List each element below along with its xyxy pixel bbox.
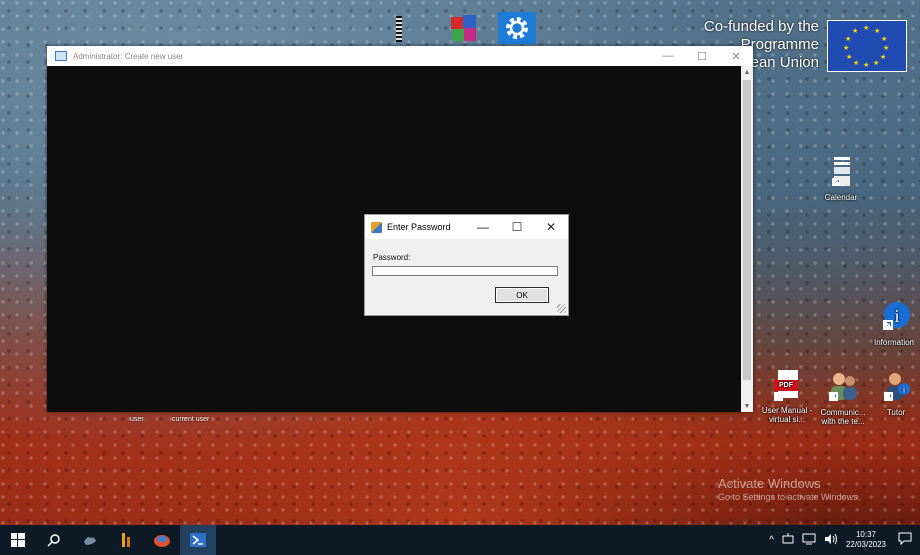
- hand-app-icon: [84, 537, 96, 545]
- svg-text:i: i: [903, 385, 905, 395]
- eu-flag-icon: ★ ★ ★ ★ ★ ★ ★ ★ ★ ★ ★ ★: [827, 20, 907, 72]
- tutor-label: Tutor: [886, 408, 906, 417]
- pdf-badge: PDF: [774, 380, 798, 391]
- desktop-icon-tutor[interactable]: i Tutor: [874, 370, 918, 417]
- dialog-title: Enter Password: [387, 222, 451, 232]
- pdf-file-icon: PDF: [771, 370, 803, 404]
- start-button[interactable]: [0, 525, 36, 555]
- browser-app-icon: [154, 535, 170, 547]
- clock-date: 22/03/2023: [845, 540, 886, 549]
- calendar-icon: [815, 155, 867, 191]
- taskbar-app-browser[interactable]: [144, 525, 180, 555]
- tray-device-icon[interactable]: [782, 532, 794, 548]
- information-icon: i: [866, 300, 920, 336]
- information-label: Information: [873, 338, 915, 347]
- enter-password-dialog[interactable]: Enter Password — ☐ ✕ Password: OK: [364, 214, 569, 316]
- desktop-icon-user-manual[interactable]: PDF User Manual - virtual si...: [760, 370, 814, 424]
- communic-label: Communic... with the te...: [820, 408, 866, 426]
- console-minimize-button[interactable]: —: [651, 46, 685, 66]
- system-tray: ^ 10:37 22/03/2023: [765, 525, 920, 555]
- console-close-button[interactable]: ✕: [719, 46, 753, 66]
- clock-time: 10:37: [855, 530, 876, 539]
- powershell-icon: [190, 533, 206, 547]
- svg-text:i: i: [894, 306, 899, 326]
- scroll-down-icon[interactable]: ▼: [741, 400, 753, 412]
- console-title: Administrator: Create new user: [73, 51, 184, 61]
- search-icon: [47, 534, 60, 547]
- activate-subtitle: Go to Settings to activate Windows.: [718, 492, 861, 502]
- ok-button[interactable]: OK: [495, 287, 549, 303]
- desktop-label-user: user: [130, 416, 144, 423]
- taskbar-app-powershell[interactable]: [180, 525, 216, 555]
- grip-handle-icon[interactable]: [396, 16, 402, 42]
- activate-title: Activate Windows: [718, 476, 821, 491]
- dialog-titlebar[interactable]: Enter Password — ☐ ✕: [365, 215, 568, 239]
- taskbar-app-hand[interactable]: [72, 525, 108, 555]
- desktop-icon-information[interactable]: i Information: [866, 300, 920, 347]
- settings-gear-icon[interactable]: [498, 12, 536, 44]
- scroll-thumb[interactable]: [743, 80, 751, 380]
- console-window-controls: — ☐ ✕: [651, 46, 753, 66]
- console-maximize-button[interactable]: ☐: [685, 46, 719, 66]
- people-icon: [815, 370, 871, 406]
- desktop-icon-calendar[interactable]: Calendar: [815, 155, 867, 202]
- windows-logo-icon: [11, 533, 25, 547]
- tutor-icon: i: [874, 370, 918, 406]
- notifications-icon[interactable]: [898, 532, 912, 548]
- calendar-label: Calendar: [824, 193, 858, 202]
- activate-windows-watermark: Activate Windows Go to Settings to activ…: [718, 476, 860, 502]
- password-label: Password:: [373, 253, 411, 262]
- taskbar-clock[interactable]: 10:37 22/03/2023: [846, 530, 886, 550]
- tray-network-icon[interactable]: [802, 533, 816, 548]
- search-button[interactable]: [36, 525, 72, 555]
- taskbar-app-tools[interactable]: [108, 525, 144, 555]
- user-manual-label: User Manual - virtual si...: [761, 406, 813, 424]
- console-app-icon: [55, 51, 67, 61]
- tools-app-icon: [122, 533, 130, 547]
- eu-line-1: Co-funded by the: [703, 18, 819, 35]
- dialog-minimize-button[interactable]: —: [466, 215, 500, 239]
- app-cube-icon[interactable]: [448, 12, 480, 44]
- resize-grip-icon[interactable]: [557, 304, 566, 313]
- desktop-label-current-user: current user: [172, 416, 210, 423]
- desktop-icon-communic[interactable]: Communic... with the te...: [815, 370, 871, 426]
- dialog-window-controls: — ☐ ✕: [466, 215, 568, 239]
- scroll-up-icon[interactable]: ▲: [741, 66, 753, 78]
- taskbar: ^ 10:37 22/03/2023: [0, 525, 920, 555]
- console-titlebar[interactable]: Administrator: Create new user — ☐ ✕: [47, 46, 753, 66]
- console-scrollbar[interactable]: ▲ ▼: [741, 66, 753, 412]
- tray-volume-icon[interactable]: [824, 533, 838, 548]
- dialog-close-button[interactable]: ✕: [534, 215, 568, 239]
- dialog-app-icon: [371, 221, 382, 233]
- password-input[interactable]: [372, 266, 558, 276]
- tray-chevron-up-icon[interactable]: ^: [769, 535, 774, 546]
- dialog-maximize-button[interactable]: ☐: [500, 215, 534, 239]
